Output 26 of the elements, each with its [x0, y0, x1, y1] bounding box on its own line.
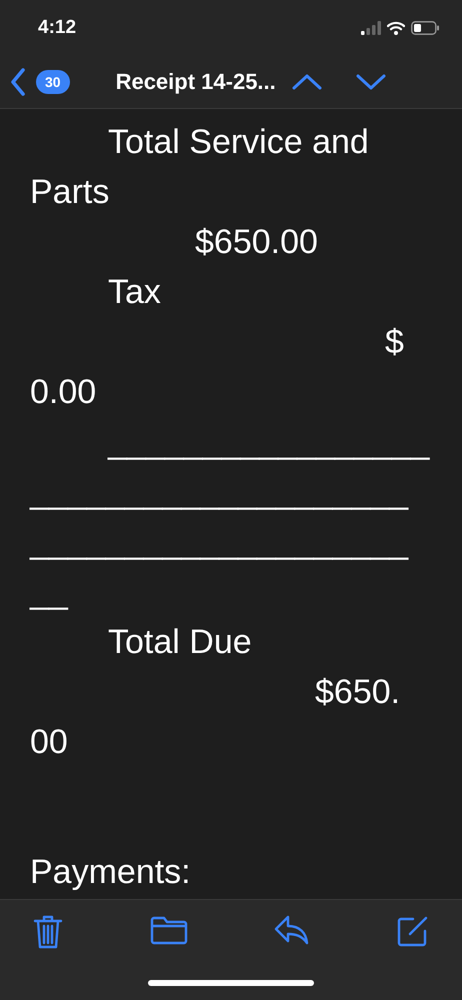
body-text-line: $650.00 [195, 222, 319, 263]
wifi-icon [387, 21, 405, 35]
message-title: Receipt 14-25... [116, 69, 276, 95]
body-text-line: $ [385, 322, 405, 363]
body-text-line: Total Service and [108, 122, 370, 163]
signal-icon [361, 21, 381, 35]
back-icon[interactable] [10, 67, 26, 97]
battery-icon [411, 21, 440, 35]
body-text-line: ____________________ [30, 472, 410, 513]
body-text-line: __ [30, 572, 70, 613]
chevron-up-icon[interactable] [292, 73, 322, 91]
folder-icon[interactable] [148, 914, 189, 946]
body-text-line: 0.00 [30, 372, 98, 413]
body-text-line: Parts [30, 172, 110, 213]
compose-icon[interactable] [396, 914, 430, 948]
body-text-line: $650. [315, 672, 402, 713]
body-text-line: 00 [30, 722, 69, 763]
body-text-line: Payments: [30, 852, 192, 893]
chevron-down-icon[interactable] [356, 73, 386, 91]
status-time: 4:12 [38, 17, 76, 39]
trash-icon[interactable] [32, 914, 64, 950]
body-text-line: ____________________ [30, 522, 410, 563]
body-text-line: _________________ [108, 422, 431, 463]
unread-count-badge: 30 [36, 70, 70, 94]
body-text-line: Tax [108, 272, 162, 313]
body-text-line: Total Due [108, 622, 253, 663]
